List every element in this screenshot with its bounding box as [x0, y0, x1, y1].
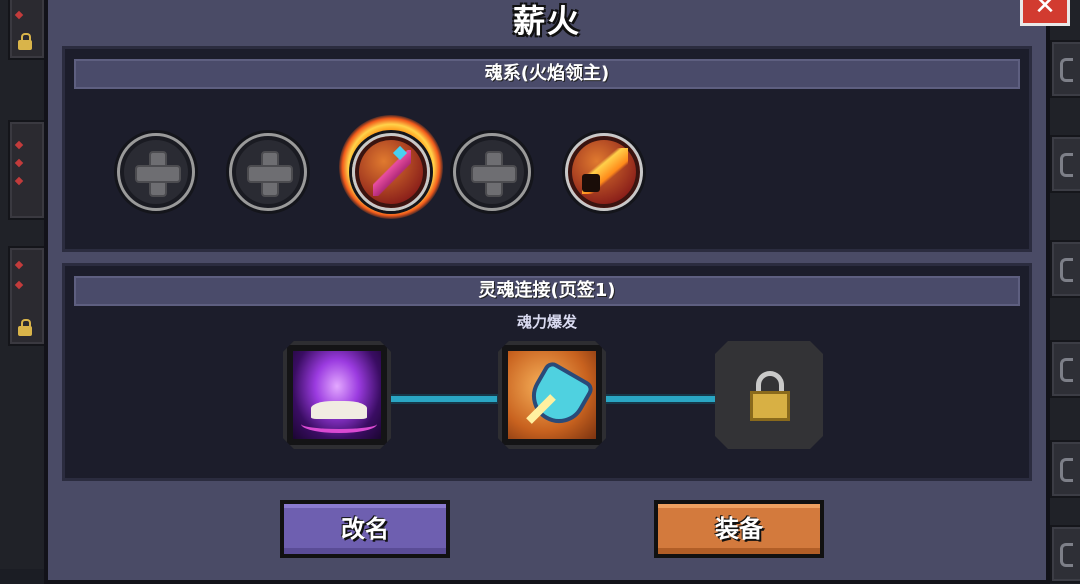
- flame-sword-soul-icon: [373, 150, 411, 196]
- inventory-slot[interactable]: [1050, 240, 1080, 298]
- lock-icon: [18, 319, 32, 336]
- gem-icon: [14, 158, 24, 168]
- shield-blade-icon: [508, 351, 596, 439]
- dialog-title: 薪火: [512, 2, 581, 40]
- gem-icon: [14, 140, 24, 150]
- soul-link-header: 灵魂连接(页签1): [74, 276, 1020, 306]
- inventory-slot[interactable]: [8, 0, 46, 60]
- soul-link-node-locked[interactable]: [715, 341, 823, 449]
- inventory-slot[interactable]: [8, 120, 46, 220]
- soul-slot-empty[interactable]: [453, 133, 531, 211]
- equip-button[interactable]: 装备: [654, 500, 824, 558]
- gem-icon: [14, 10, 24, 20]
- soul-link-node[interactable]: [283, 341, 391, 449]
- soul-slot-equipped[interactable]: [565, 133, 643, 211]
- close-icon: ✕: [1034, 0, 1056, 21]
- soul-dialog: 薪火 ✕ 魂系(火焰领主) 灵魂连接(页签1) 魂力爆发 改名 装备: [44, 0, 1070, 584]
- link-connector: [605, 396, 715, 402]
- close-button[interactable]: ✕: [1020, 0, 1070, 26]
- inventory-slot[interactable]: [1050, 40, 1080, 98]
- soul-system-panel: 魂系(火焰领主): [62, 46, 1032, 252]
- gem-icon: [14, 176, 24, 186]
- link-connector: [387, 396, 497, 402]
- inventory-slot[interactable]: [1050, 440, 1080, 498]
- soul-slot-empty[interactable]: [117, 133, 195, 211]
- inventory-slot[interactable]: [8, 246, 46, 346]
- soul-system-header: 魂系(火焰领主): [74, 59, 1020, 89]
- rename-button[interactable]: 改名: [280, 500, 450, 558]
- inventory-slot[interactable]: [1050, 340, 1080, 398]
- soul-slot-equipped[interactable]: [352, 133, 430, 211]
- soul-link-panel: 灵魂连接(页签1) 魂力爆发: [62, 263, 1032, 481]
- active-skill-label: 魂力爆发: [516, 313, 577, 331]
- inventory-slot[interactable]: [1050, 525, 1080, 583]
- gem-icon: [14, 260, 24, 270]
- soul-link-node[interactable]: [498, 341, 606, 449]
- inventory-slot[interactable]: [1050, 135, 1080, 193]
- gem-icon: [14, 280, 24, 290]
- right-inventory-strip: [1050, 0, 1080, 583]
- soul-slot-empty[interactable]: [229, 133, 307, 211]
- lock-icon: [18, 33, 32, 50]
- purple-flame-book-icon: [293, 351, 381, 439]
- left-inventory-strip: [0, 0, 46, 569]
